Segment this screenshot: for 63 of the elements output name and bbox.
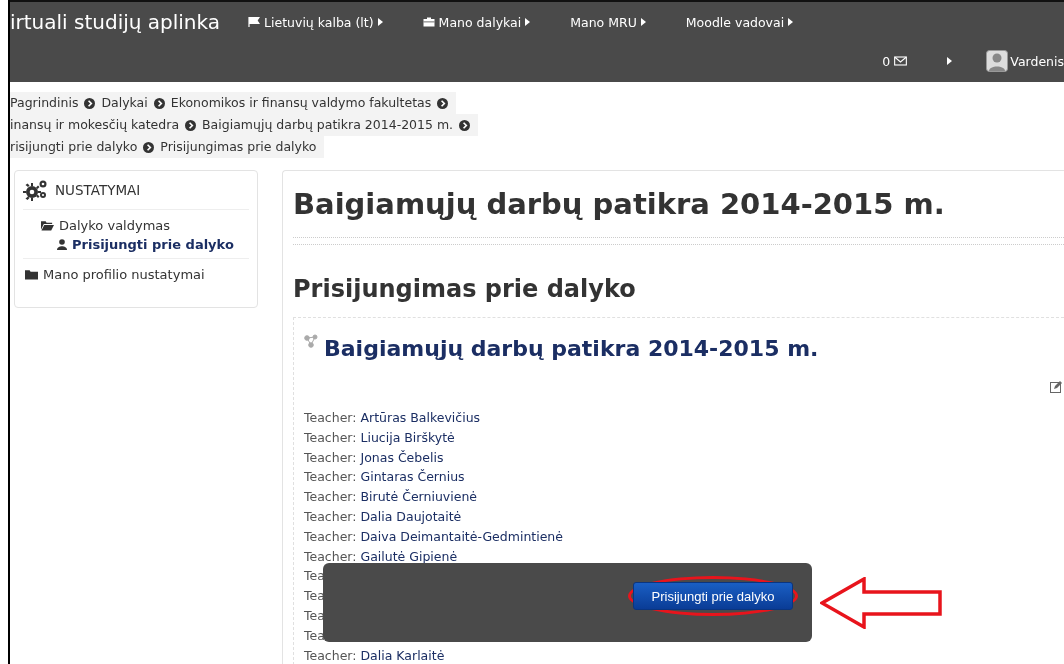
messages-link[interactable]: 0	[882, 53, 908, 69]
caret-icon	[525, 18, 531, 26]
teacher-name-link[interactable]: Dalia Daujotaitė	[360, 507, 462, 527]
teacher-name-link[interactable]: Gailutė Gipienė	[360, 546, 458, 567]
user-menu-link[interactable]: Vardenis	[986, 50, 1064, 72]
caret-icon	[640, 18, 646, 26]
breadcrumb-link[interactable]: Prisijungimas prie dalyko	[160, 138, 317, 156]
menu-link[interactable]: Mano MRU	[570, 14, 646, 30]
teacher-label: Tea	[304, 626, 325, 645]
avatar-icon	[986, 50, 1009, 72]
course-title-link[interactable]: Baigiamųjų darbų patikra 2014-2015 m.	[324, 336, 819, 361]
folder-icon	[25, 269, 38, 280]
teacher-label: Teacher:	[304, 468, 357, 487]
menu-link[interactable]: Moodle vadovai	[685, 14, 794, 30]
breadcrumb-link[interactable]: Pagrindinis	[10, 94, 79, 112]
menu-link[interactable]: Lietuvių kalba (lt)	[248, 14, 383, 30]
teacher-label: Teacher:	[304, 428, 357, 447]
teacher-label: Teacher:	[304, 409, 357, 427]
teacher-label: Teacher:	[304, 448, 357, 467]
teacher-name-link[interactable]: Dalia Karlaitė	[360, 645, 445, 664]
chevron-circle-icon	[437, 97, 449, 109]
caret-icon[interactable]	[947, 57, 953, 65]
teacher-name-link[interactable]: Artūras Balkevičius	[360, 408, 481, 428]
caret-icon	[377, 18, 383, 26]
edit-icon[interactable]	[1050, 381, 1062, 393]
chevron-circle-icon	[185, 119, 197, 131]
teacher-name-link[interactable]: Liucija Birškytė	[360, 427, 455, 448]
teacher-label: Teacher:	[304, 547, 357, 566]
settings-tree-item[interactable]: Prisijungti prie dalyko	[57, 237, 234, 252]
menu-link[interactable]: Mano dalykai	[422, 14, 531, 30]
breadcrumb-link[interactable]: Ekonomikos ir finansų valdymo fakultetas	[170, 94, 432, 112]
chevron-circle-icon	[84, 97, 96, 109]
block-title: NUSTATYMAI	[55, 182, 141, 198]
user-icon	[57, 239, 67, 250]
section-heading: Prisijungimas prie dalyko	[293, 275, 637, 303]
chevron-circle-icon	[153, 97, 165, 109]
chevron-circle-icon	[459, 119, 471, 131]
site-title-link[interactable]: irtuali studijų aplinka	[10, 10, 221, 34]
teacher-name-link[interactable]: Birutė Černiuvienė	[360, 487, 477, 507]
teacher-name-link[interactable]: Daiva Deimantaitė-Gedmintienė	[360, 526, 563, 547]
gears-icon	[23, 179, 49, 201]
briefcase-icon	[422, 16, 435, 28]
page-heading: Baigiamųjų darbų patikra 2014-2015 m.	[293, 186, 946, 223]
settings-tree-item[interactable]: Mano profilio nustatymai	[25, 267, 205, 282]
breadcrumb-link[interactable]: Dalykai	[101, 94, 148, 112]
teacher-label: Teacher:	[304, 646, 357, 664]
teacher-label: Teacher:	[304, 508, 357, 526]
molecule-icon	[304, 334, 318, 348]
chevron-circle-icon	[143, 141, 155, 153]
breadcrumb-link[interactable]: inansų ir mokesčių katedra	[10, 116, 180, 134]
arrow-annotation-icon	[820, 577, 944, 629]
teacher-label: Teacher:	[304, 488, 357, 507]
teacher-label: Teacher:	[304, 527, 357, 546]
enrol-button[interactable]: Prisijungti prie dalyko	[633, 582, 793, 610]
teacher-name-link[interactable]: Jonas Čebelis	[360, 447, 444, 468]
settings-tree-item[interactable]: Dalyko valdymas	[41, 218, 171, 233]
open-folder-icon	[41, 220, 54, 231]
caret-icon	[788, 18, 794, 26]
breadcrumb-link[interactable]: Baigiamųjų darbų patikra 2014-2015 m.	[202, 116, 454, 134]
envelope-icon	[894, 56, 908, 66]
breadcrumb-link[interactable]: risijungti prie dalyko	[10, 138, 138, 156]
teacher-name-link[interactable]: Gintaras Černius	[360, 467, 465, 488]
flag-icon	[248, 16, 261, 28]
